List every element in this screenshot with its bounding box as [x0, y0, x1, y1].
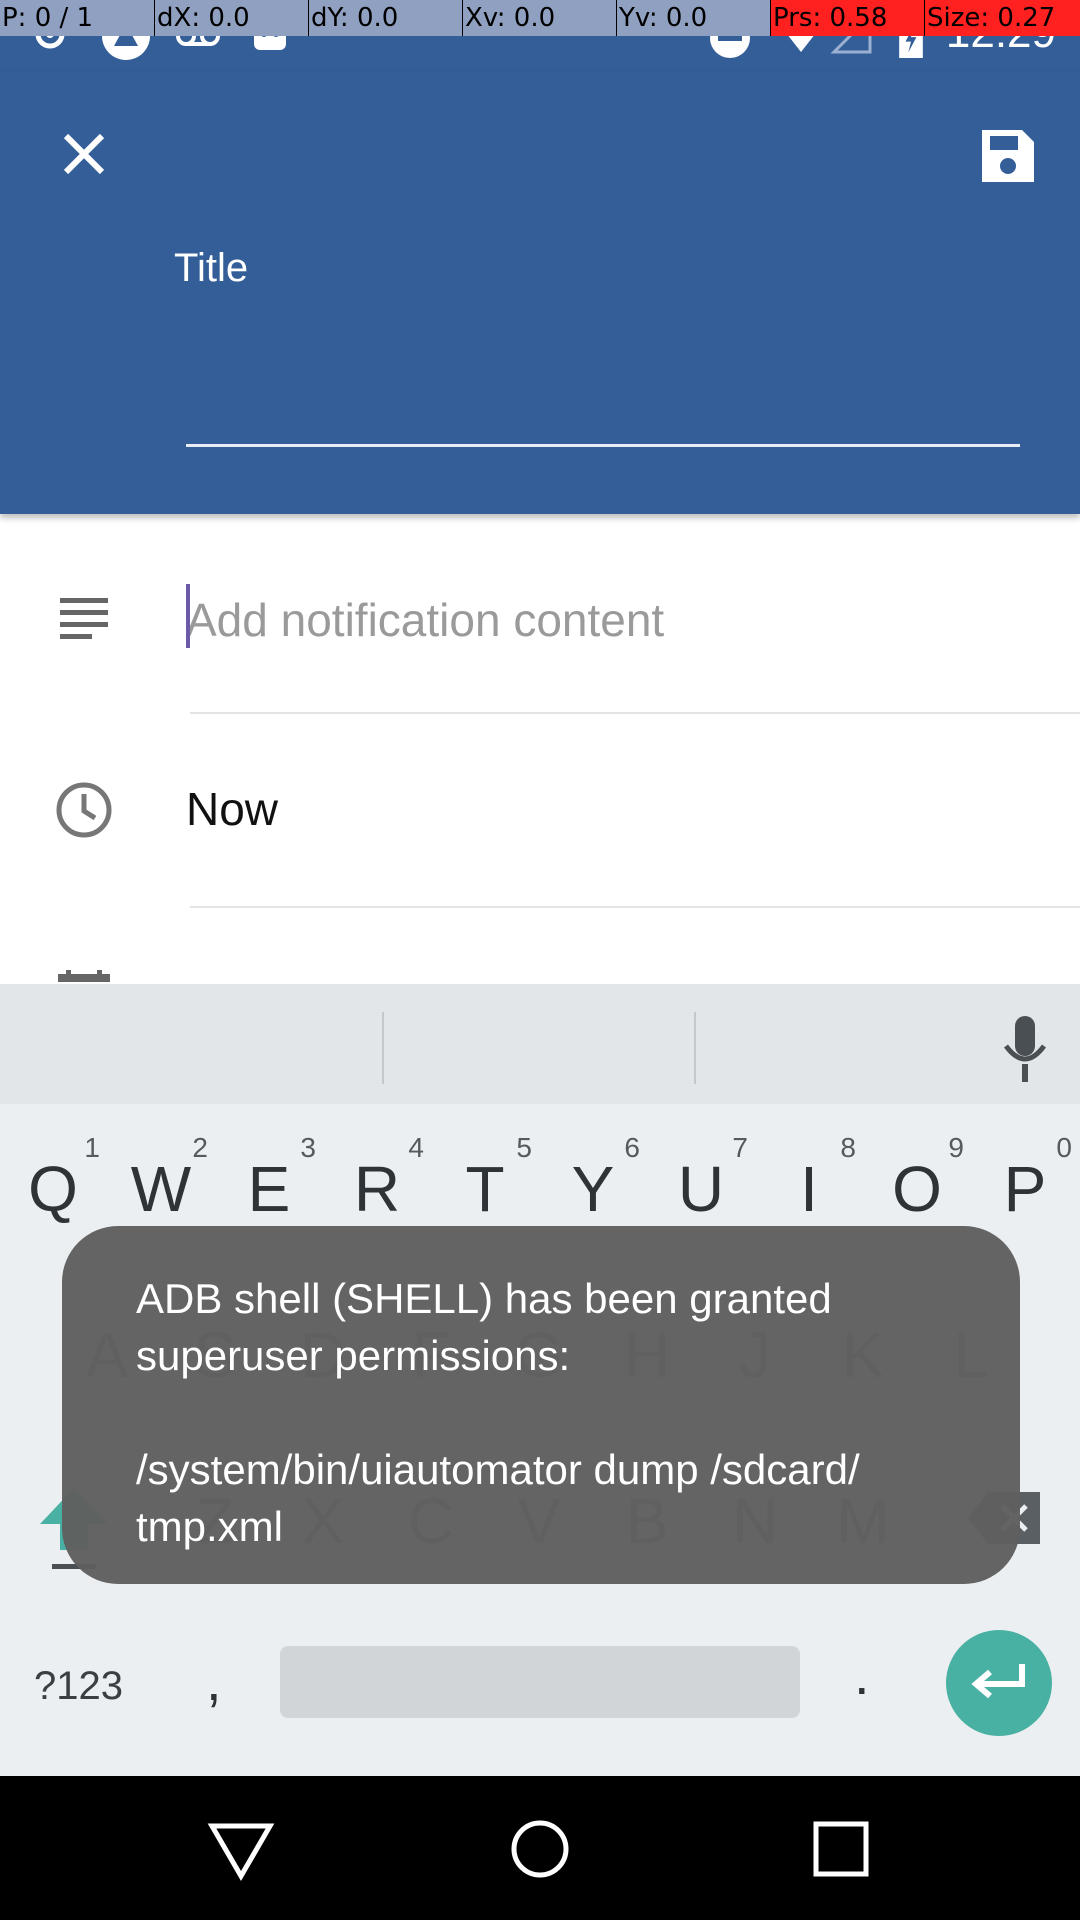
key-label: R	[353, 1153, 401, 1225]
content-input[interactable]: Add notification content	[186, 580, 1066, 660]
key-hint: 1	[84, 1132, 100, 1163]
debug-xv: Xv: 0.0	[462, 0, 616, 36]
enter-key[interactable]	[946, 1630, 1052, 1736]
suggestion-divider	[694, 1012, 696, 1084]
key-hint: 7	[732, 1132, 748, 1163]
key-hint: 3	[300, 1132, 316, 1163]
comma-key[interactable]: ,	[206, 1648, 222, 1713]
key-w[interactable]: W2	[116, 1132, 208, 1226]
key-hint: 5	[516, 1132, 532, 1163]
debug-dx: dX: 0.0	[154, 0, 308, 36]
key-label: Q	[28, 1153, 78, 1225]
home-circle-icon[interactable]	[505, 1814, 575, 1884]
status-bar: 12:29 P: 0 / 1 dX: 0.0 dY: 0.0 Xv: 0.0 Y…	[0, 0, 1080, 72]
pointer-debug-overlay: P: 0 / 1 dX: 0.0 dY: 0.0 Xv: 0.0 Yv: 0.0…	[0, 0, 1080, 36]
recents-square-icon[interactable]	[806, 1814, 876, 1884]
key-hint: 0	[1056, 1132, 1072, 1163]
key-q[interactable]: Q1	[8, 1132, 100, 1226]
key-label: I	[800, 1153, 818, 1225]
key-label: U	[677, 1153, 725, 1225]
key-label: T	[465, 1153, 505, 1225]
calendar-icon	[58, 970, 110, 982]
key-y[interactable]: Y6	[548, 1132, 640, 1226]
save-icon[interactable]	[978, 126, 1038, 186]
key-e[interactable]: E3	[224, 1132, 316, 1226]
key-label: O	[892, 1153, 942, 1225]
microphone-icon[interactable]	[998, 1014, 1052, 1084]
space-key[interactable]	[280, 1646, 800, 1718]
debug-pointers: P: 0 / 1	[2, 3, 94, 33]
text-caret	[186, 584, 190, 648]
debug-dy: dY: 0.0	[308, 0, 462, 36]
time-divider	[190, 906, 1080, 908]
content-divider	[190, 712, 1080, 714]
symbols-key[interactable]: ?123	[34, 1664, 123, 1709]
key-label: Y	[571, 1153, 615, 1225]
superuser-toast: ADB shell (SHELL) has been granted super…	[62, 1226, 1020, 1584]
key-hint: 4	[408, 1132, 424, 1163]
app-bar: Title	[0, 72, 1080, 514]
key-hint: 2	[192, 1132, 208, 1163]
suggestion-divider	[382, 1012, 384, 1084]
key-i[interactable]: I8	[764, 1132, 856, 1226]
debug-pressure: Prs: 0.58	[770, 0, 924, 36]
title-input-underline	[186, 444, 1020, 447]
key-label: W	[130, 1153, 192, 1225]
key-hint: 9	[948, 1132, 964, 1163]
title-input-label[interactable]: Title	[174, 246, 248, 291]
debug-yv: Yv: 0.0	[616, 0, 770, 36]
period-key[interactable]: .	[854, 1642, 870, 1707]
close-icon[interactable]	[54, 124, 114, 184]
key-t[interactable]: T5	[440, 1132, 532, 1226]
suggestion-strip	[0, 984, 1080, 1104]
enter-icon	[971, 1664, 1025, 1699]
key-hint: 8	[840, 1132, 856, 1163]
time-value[interactable]: Now	[186, 782, 278, 836]
key-u[interactable]: U7	[656, 1132, 748, 1226]
key-hint: 6	[624, 1132, 640, 1163]
notes-icon	[60, 598, 108, 639]
key-r[interactable]: R4	[332, 1132, 424, 1226]
debug-size: Size: 0.27	[924, 0, 1080, 36]
key-p[interactable]: P0	[980, 1132, 1072, 1226]
clock-icon	[56, 782, 112, 838]
key-o[interactable]: O9	[872, 1132, 964, 1226]
navigation-bar	[0, 1776, 1080, 1920]
key-label: E	[247, 1153, 291, 1225]
key-label: P	[1003, 1153, 1047, 1225]
back-triangle-icon[interactable]	[206, 1814, 276, 1884]
